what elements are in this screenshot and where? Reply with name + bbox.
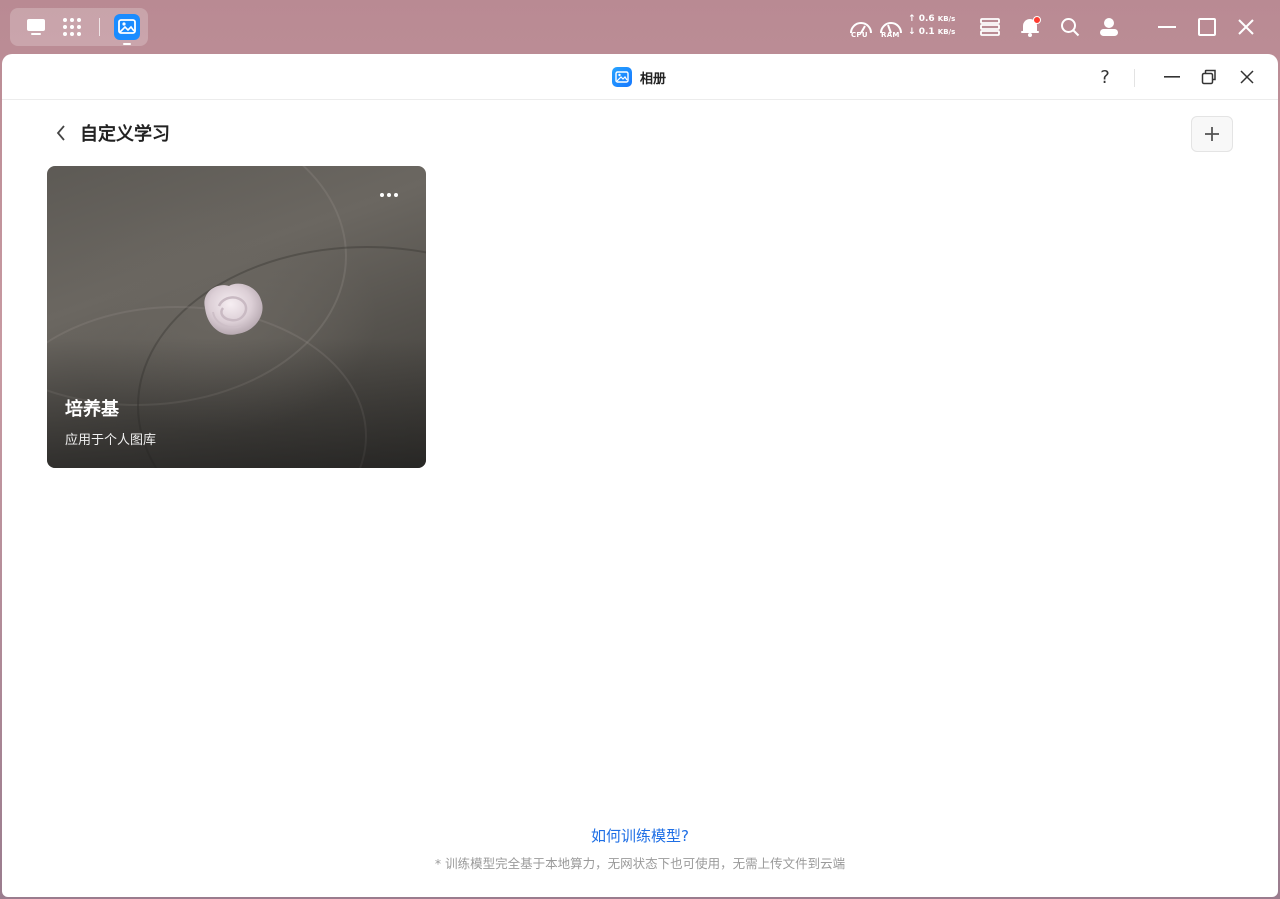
window-title: 相册 (612, 67, 666, 87)
network-speed: ↑ 0.6 KB/s ↓ 0.1 KB/s (908, 13, 966, 39)
more-icon[interactable] (373, 184, 405, 206)
desktop-icon[interactable] (22, 13, 50, 41)
ram-label: RAM (881, 31, 900, 39)
watermark: 小黑盒 (1088, 882, 1234, 897)
photos-app-icon[interactable] (112, 12, 142, 45)
maximize-icon[interactable] (1194, 12, 1220, 42)
cpu-label: CPU (851, 31, 868, 39)
training-note: * 训练模型完全基于本地算力，无网状态下也可使用，无需上传文件到云端 (434, 856, 846, 871)
minimize-icon[interactable] (1154, 12, 1180, 42)
window-title-text: 相册 (640, 71, 667, 87)
colony-image (204, 283, 263, 335)
window-restore-icon[interactable] (1198, 66, 1220, 88)
window-minimize-icon[interactable] (1161, 66, 1183, 88)
titlebar-separator (1134, 69, 1135, 87)
page-header: 自定义学习 (2, 116, 1278, 152)
photos-app-icon (612, 67, 632, 87)
add-model-button[interactable] (1191, 116, 1233, 152)
watermark-logo-icon (1091, 884, 1129, 897)
app-grid-icon[interactable] (58, 13, 86, 41)
upload-speed: ↑ 0.6 KB/s (908, 14, 956, 24)
download-speed: ↓ 0.1 KB/s (908, 27, 956, 37)
taskbar: CPU RAM ↑ 0.6 KB/s ↓ 0.1 KB/s (0, 0, 1280, 54)
window-close-icon[interactable] (1236, 66, 1258, 88)
back-icon[interactable] (50, 121, 72, 145)
photos-window: 相册 ? 自定义学习 培养基 应用于个人图库 如何训练模型? * 训练模型完全基… (2, 54, 1278, 897)
window-titlebar: 相册 ? (2, 54, 1278, 100)
dock-separator (99, 18, 100, 36)
card-title: 培养基 (65, 399, 119, 420)
page-title: 自定义学习 (80, 124, 170, 145)
server-icon[interactable] (977, 12, 1003, 42)
user-icon[interactable] (1096, 12, 1122, 42)
model-card[interactable]: 培养基 应用于个人图库 (47, 166, 426, 468)
how-to-train-link[interactable]: 如何训练模型? (2, 825, 1278, 846)
dock (10, 8, 148, 46)
bell-icon[interactable] (1017, 12, 1043, 42)
plus-icon (1205, 127, 1219, 141)
card-subtitle: 应用于个人图库 (65, 433, 157, 448)
help-button[interactable]: ? (1094, 66, 1116, 88)
watermark-text: 小黑盒 (1138, 884, 1234, 897)
close-icon[interactable] (1233, 12, 1259, 42)
search-icon[interactable] (1057, 12, 1083, 42)
